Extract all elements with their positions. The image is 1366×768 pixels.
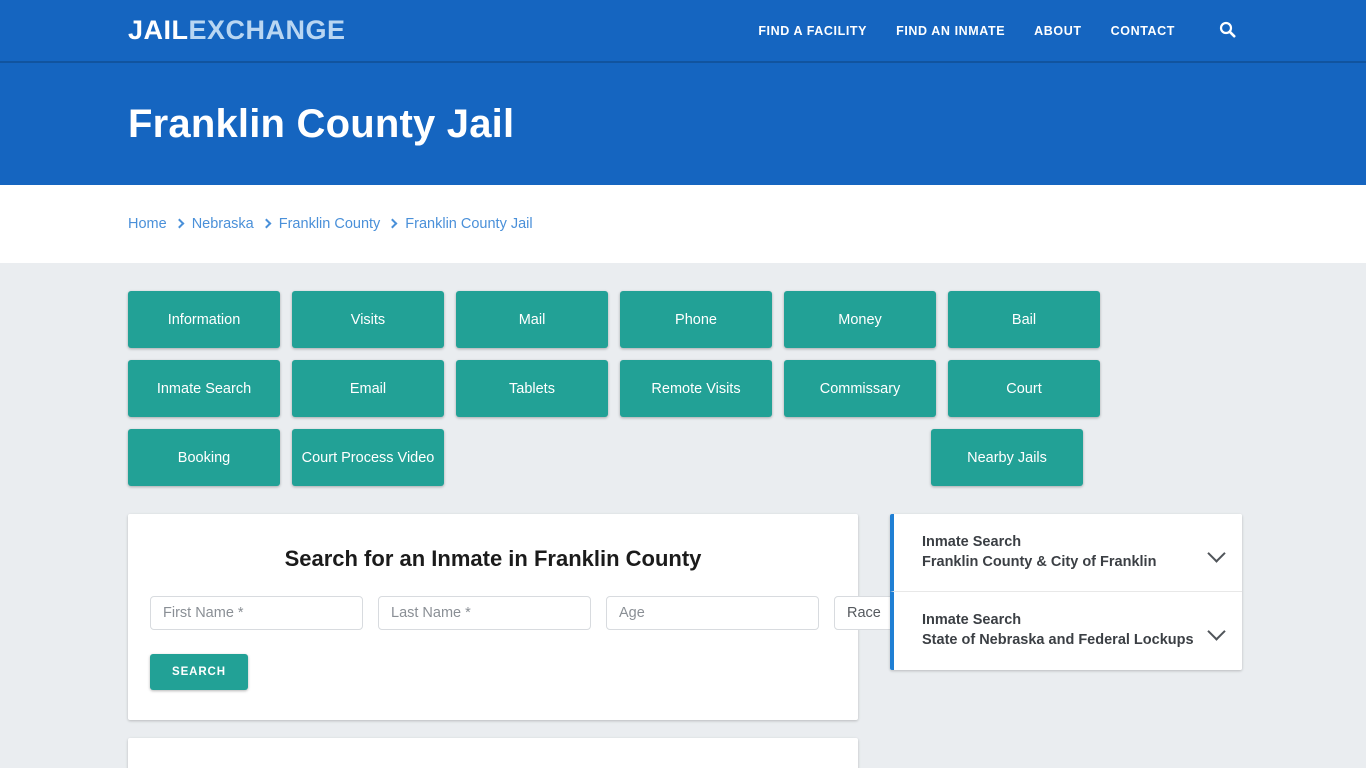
age-input[interactable] — [606, 596, 819, 630]
tile-information[interactable]: Information — [128, 291, 280, 348]
tile-money[interactable]: Money — [784, 291, 936, 348]
accordion-item-state-federal-inmate-search[interactable]: Inmate Search State of Nebraska and Fede… — [890, 592, 1242, 670]
tile-phone[interactable]: Phone — [620, 291, 772, 348]
breadcrumb-item-franklin-county[interactable]: Franklin County — [279, 216, 381, 232]
content-columns: Search for an Inmate in Franklin County … — [128, 486, 1242, 768]
right-sidebar: Inmate Search Franklin County & City of … — [890, 514, 1242, 670]
breadcrumb-item-franklin-county-jail[interactable]: Franklin County Jail — [405, 216, 532, 232]
chevron-down-icon — [1208, 544, 1226, 562]
page-hero: Franklin County Jail — [0, 63, 1366, 185]
accordion-item-text: Inmate Search State of Nebraska and Fede… — [922, 611, 1198, 650]
tile-tablets[interactable]: Tablets — [456, 360, 608, 417]
main-nav-links: FIND A FACILITY FIND AN INMATE ABOUT CON… — [758, 20, 1238, 42]
nav-search-button[interactable] — [1216, 20, 1238, 42]
tile-nearby-jails[interactable]: Nearby Jails — [931, 429, 1083, 486]
accordion-item-title: Inmate Search — [922, 533, 1022, 550]
breadcrumb-bar: Home Nebraska Franklin County Franklin C… — [0, 185, 1366, 263]
jail-information-card: Franklin County Jail Information — [128, 738, 858, 768]
breadcrumb-item-home[interactable]: Home — [128, 216, 167, 232]
nav-item-about[interactable]: ABOUT — [1034, 24, 1081, 38]
tile-court-process-video[interactable]: Court Process Video — [292, 429, 444, 486]
breadcrumb-item-nebraska[interactable]: Nebraska — [192, 216, 254, 232]
inmate-search-fields: Race — [150, 596, 994, 630]
nav-item-contact[interactable]: CONTACT — [1111, 24, 1175, 38]
tile-court[interactable]: Court — [948, 360, 1100, 417]
tile-email[interactable]: Email — [292, 360, 444, 417]
tile-booking[interactable]: Booking — [128, 429, 280, 486]
breadcrumb: Home Nebraska Franklin County Franklin C… — [128, 216, 533, 232]
chevron-right-icon — [387, 218, 398, 229]
page-title: Franklin County Jail — [128, 102, 515, 146]
inmate-search-heading: Search for an Inmate in Franklin County — [284, 546, 702, 571]
first-name-input[interactable] — [150, 596, 363, 630]
accordion-item-title: Inmate Search — [922, 612, 1022, 629]
tile-visits[interactable]: Visits — [292, 291, 444, 348]
chevron-down-icon — [1208, 622, 1226, 640]
inmate-search-submit-button[interactable]: SEARCH — [150, 654, 248, 690]
nav-item-find-a-facility[interactable]: FIND A FACILITY — [758, 24, 867, 38]
chevron-right-icon — [174, 218, 185, 229]
tile-remote-visits[interactable]: Remote Visits — [620, 360, 772, 417]
chevron-right-icon — [261, 218, 272, 229]
inmate-search-card: Search for an Inmate in Franklin County … — [128, 514, 994, 720]
nav-item-find-an-inmate[interactable]: FIND AN INMATE — [896, 24, 1005, 38]
logo-text-jail: JAIL — [128, 15, 189, 45]
inmate-search-accordion: Inmate Search Franklin County & City of … — [890, 514, 1242, 670]
tile-inmate-search[interactable]: Inmate Search — [128, 360, 280, 417]
facility-section-tiles: Information Visits Mail Phone Money Bail… — [128, 263, 1226, 486]
left-column: Search for an Inmate in Franklin County … — [128, 514, 994, 768]
search-icon — [1219, 21, 1236, 41]
tile-bail[interactable]: Bail — [948, 291, 1100, 348]
last-name-input[interactable] — [378, 596, 591, 630]
logo-text-exchange: EXCHANGE — [188, 15, 346, 45]
accordion-item-county-inmate-search[interactable]: Inmate Search Franklin County & City of … — [890, 514, 1242, 592]
accordion-item-subtitle: Franklin County & City of Franklin — [922, 553, 1157, 570]
top-navigation-bar: JAILEXCHANGE FIND A FACILITY FIND AN INM… — [0, 0, 1366, 63]
main-content: Information Visits Mail Phone Money Bail… — [0, 263, 1366, 768]
accordion-item-text: Inmate Search Franklin County & City of … — [922, 533, 1198, 572]
tile-commissary[interactable]: Commissary — [784, 360, 936, 417]
tile-mail[interactable]: Mail — [456, 291, 608, 348]
site-logo[interactable]: JAILEXCHANGE — [128, 17, 346, 44]
accordion-item-subtitle: State of Nebraska and Federal Lockups — [922, 632, 1194, 648]
